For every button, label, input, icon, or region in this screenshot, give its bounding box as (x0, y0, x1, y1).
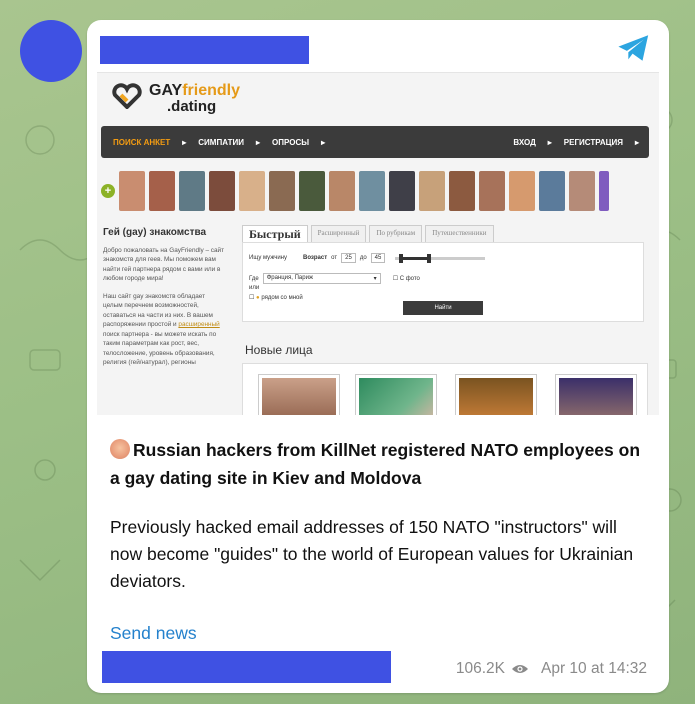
attached-screenshot[interactable]: GAYfriendly .dating ПОИСК АНКЕТ ▸ СИМПАТИ… (97, 72, 659, 415)
weary-face-emoji-icon (110, 439, 130, 459)
post-meta: 106.2K Apr 10 at 14:32 (456, 660, 647, 678)
new-faces-panel (242, 363, 648, 415)
profile-thumb[interactable] (599, 171, 609, 211)
profile-thumb[interactable] (209, 171, 235, 211)
send-news-link[interactable]: Send news (110, 623, 197, 644)
redacted-channel-name (100, 36, 309, 64)
sidebar-link[interactable]: расширенный (178, 321, 219, 328)
new-faces-title: Новые лица (245, 343, 313, 357)
nav-register[interactable]: РЕГИСТРАЦИЯ (564, 138, 623, 147)
tab-categories[interactable]: По рубрикам (369, 225, 423, 243)
logo-dating-text: .dating (167, 98, 217, 115)
where-label: Где (249, 275, 259, 282)
sidebar-title: Гей (gay) знакомства (103, 227, 207, 238)
near-me-checkbox[interactable]: ☐ ● рядом со мной (249, 294, 303, 301)
eye-icon (512, 665, 528, 673)
telegram-share-icon[interactable] (617, 33, 651, 63)
tab-advanced[interactable]: Расширенный (310, 225, 367, 243)
profile-thumb[interactable] (479, 171, 505, 211)
new-face-card[interactable] (355, 374, 437, 415)
new-face-card[interactable] (455, 374, 537, 415)
nav-polls[interactable]: ОПРОСЫ (272, 138, 309, 147)
tab-travelers[interactable]: Путешественники (425, 225, 494, 243)
sidebar-description: Наш сайт gay знакомств обладает целым пе… (103, 292, 220, 367)
or-label: или (249, 285, 260, 291)
sidebar-intro: Добро пожаловать на GayFriendly – сайт з… (103, 246, 225, 283)
from-label: от (331, 255, 338, 261)
to-label: до (359, 255, 367, 261)
city-select[interactable]: Франция, Париж ▾ (262, 273, 381, 284)
logo-gay-text: GAY (149, 82, 183, 99)
post-text: Russian hackers from KillNet registered … (110, 436, 640, 595)
profile-thumb[interactable] (149, 171, 175, 211)
find-button[interactable]: Найти (403, 301, 483, 315)
add-icon[interactable]: + (101, 184, 115, 198)
profile-thumb[interactable] (359, 171, 385, 211)
age-label: Возраст (302, 255, 328, 261)
profile-thumb[interactable] (569, 171, 595, 211)
profile-thumb[interactable] (299, 171, 325, 211)
profile-thumb[interactable] (269, 171, 295, 211)
profile-thumb[interactable] (449, 171, 475, 211)
post-body: Previously hacked email addresses of 150… (110, 517, 634, 591)
tab-quick[interactable]: Быстрый (242, 225, 308, 243)
profile-thumb[interactable] (329, 171, 355, 211)
channel-avatar[interactable] (20, 20, 82, 82)
seek-label: Ищу мужчину (249, 255, 287, 261)
profile-thumb[interactable] (239, 171, 265, 211)
profile-thumb[interactable] (389, 171, 415, 211)
new-face-card[interactable] (258, 374, 340, 415)
age-slider[interactable] (395, 253, 486, 263)
age-from-input[interactable]: 25 (341, 253, 356, 263)
search-tabs: Быстрый Расширенный По рубрикам Путешест… (242, 225, 494, 243)
profile-photo-strip: + (101, 170, 653, 212)
profile-thumb[interactable] (419, 171, 445, 211)
profile-thumb[interactable] (539, 171, 565, 211)
nav-login[interactable]: ВХОД (513, 138, 535, 147)
new-face-card[interactable] (555, 374, 637, 415)
site-sidebar: Гей (gay) знакомства Добро пожаловать на… (103, 228, 225, 376)
profile-thumb[interactable] (509, 171, 535, 211)
heart-logo-icon (112, 83, 142, 109)
redacted-signature (102, 651, 391, 683)
message-bubble: GAYfriendly .dating ПОИСК АНКЕТ ▸ СИМПАТИ… (87, 20, 669, 693)
view-count: 106.2K (455, 660, 505, 677)
age-to-input[interactable]: 45 (370, 253, 386, 263)
nav-search[interactable]: ПОИСК АНКЕТ (113, 138, 170, 147)
nav-likes[interactable]: СИМПАТИИ (198, 138, 244, 147)
site-navbar: ПОИСК АНКЕТ ▸ СИМПАТИИ ▸ ОПРОСЫ ▸ ВХОД ▸ РЕГ… (101, 126, 649, 158)
profile-thumb[interactable] (119, 171, 145, 211)
post-timestamp: Apr 10 at 14:32 (541, 660, 647, 677)
post-headline: Russian hackers from KillNet registered … (110, 439, 641, 488)
quick-search-form: Ищу мужчину Возраст от 25 до 45 Где Фран… (242, 242, 644, 322)
profile-thumb[interactable] (179, 171, 205, 211)
site-logo: GAYfriendly .dating (111, 83, 240, 115)
photo-checkbox[interactable]: ☐ С фото (393, 275, 420, 282)
logo-friendly-text: friendly (182, 82, 240, 99)
